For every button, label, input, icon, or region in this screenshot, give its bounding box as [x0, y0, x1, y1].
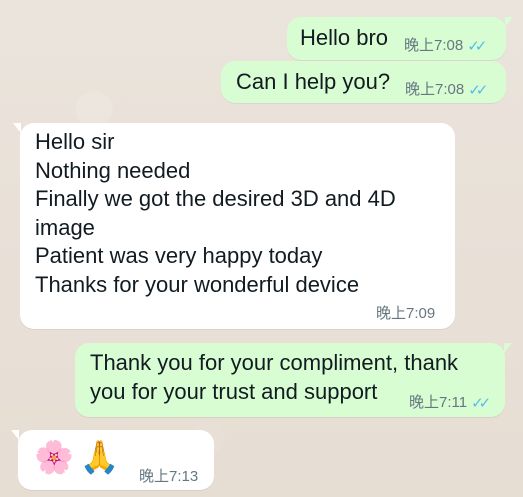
incoming-message-bubble[interactable]: 🌸 🙏 晚上7:13 — [11, 430, 214, 490]
message-meta: 晚上7:09 — [376, 306, 435, 321]
cherry-blossom-emoji: 🌸 — [34, 439, 74, 475]
message-time: 晚上7:11 — [409, 394, 468, 411]
message-time: 晚上7:13 — [139, 468, 199, 485]
double-check-icon: ✓✓ — [471, 395, 491, 412]
message-text: Hello bro — [300, 25, 389, 50]
incoming-message-bubble[interactable]: Hello sir Nothing needed Finally we got … — [13, 123, 455, 329]
bubble-tail — [13, 123, 21, 133]
message-meta: 晚上7:13 — [139, 469, 198, 484]
double-check-icon: ✓✓ — [468, 82, 488, 99]
outgoing-message-bubble[interactable]: Can I help you? 晚上7:08 ✓✓ — [221, 61, 506, 103]
message-meta: 晚上7:08 ✓✓ — [404, 37, 487, 55]
message-time: 晚上7:09 — [376, 305, 436, 322]
emoji-group: 🌸 🙏 — [34, 441, 120, 473]
message-text: Can I help you? — [236, 69, 391, 94]
message-meta: 晚上7:08 ✓✓ — [405, 81, 488, 99]
bubble-tail — [11, 430, 19, 440]
message-meta: 晚上7:11 ✓✓ — [409, 394, 491, 412]
outgoing-message-bubble[interactable]: Hello bro 晚上7:08 ✓✓ — [287, 17, 513, 60]
double-check-icon: ✓✓ — [467, 38, 487, 55]
outgoing-message-bubble[interactable]: Thank you for your compliment, thank you… — [75, 343, 512, 417]
bubble-tail — [505, 17, 513, 27]
bubble-tail — [504, 343, 512, 353]
folded-hands-emoji: 🙏 — [79, 439, 120, 475]
message-time: 晚上7:08 — [404, 37, 464, 54]
message-time: 晚上7:08 — [405, 81, 465, 98]
message-text: Hello sir Nothing needed Finally we got … — [35, 129, 396, 297]
chat-thread: Hello bro 晚上7:08 ✓✓ Can I help you? 晚上7:… — [0, 0, 523, 497]
